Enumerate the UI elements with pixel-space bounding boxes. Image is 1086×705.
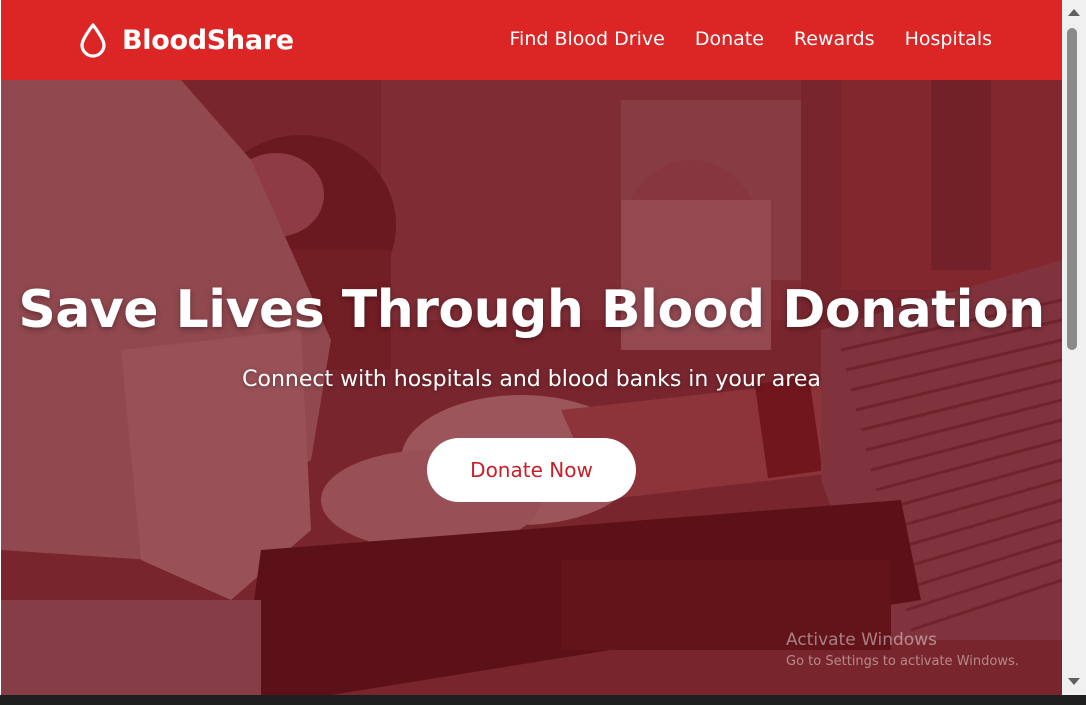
brand-logo[interactable]: BloodShare (78, 22, 294, 58)
hero-content: Save Lives Through Blood Donation Connec… (1, 80, 1062, 695)
scroll-up-arrow-icon[interactable] (1068, 9, 1080, 16)
activate-windows-watermark: Activate Windows Go to Settings to activ… (786, 630, 1019, 669)
browser-window: BloodShare Find Blood Drive Donate Rewar… (0, 0, 1086, 705)
watermark-subtitle: Go to Settings to activate Windows. (786, 654, 1019, 669)
donate-now-button[interactable]: Donate Now (427, 438, 636, 502)
navbar: BloodShare Find Blood Drive Donate Rewar… (1, 0, 1062, 80)
brand-name: BloodShare (122, 24, 294, 56)
nav-menu: Find Blood Drive Donate Rewards Hospital… (510, 28, 992, 50)
nav-link-find-blood-drive[interactable]: Find Blood Drive (510, 28, 665, 50)
nav-link-rewards[interactable]: Rewards (794, 28, 875, 50)
nav-link-donate[interactable]: Donate (695, 28, 764, 50)
scrollbar-thumb[interactable] (1067, 28, 1077, 350)
window-bottom-border (0, 695, 1086, 705)
nav-link-hospitals[interactable]: Hospitals (905, 28, 992, 50)
scroll-down-arrow-icon[interactable] (1068, 678, 1080, 685)
hero-section: Save Lives Through Blood Donation Connec… (1, 80, 1062, 695)
vertical-scrollbar[interactable] (1062, 0, 1086, 695)
page-viewport: BloodShare Find Blood Drive Donate Rewar… (1, 0, 1062, 695)
watermark-title: Activate Windows (786, 630, 937, 650)
blood-drop-icon (78, 22, 108, 58)
hero-subtitle: Connect with hospitals and blood banks i… (242, 367, 821, 392)
hero-title: Save Lives Through Blood Donation (18, 280, 1045, 340)
